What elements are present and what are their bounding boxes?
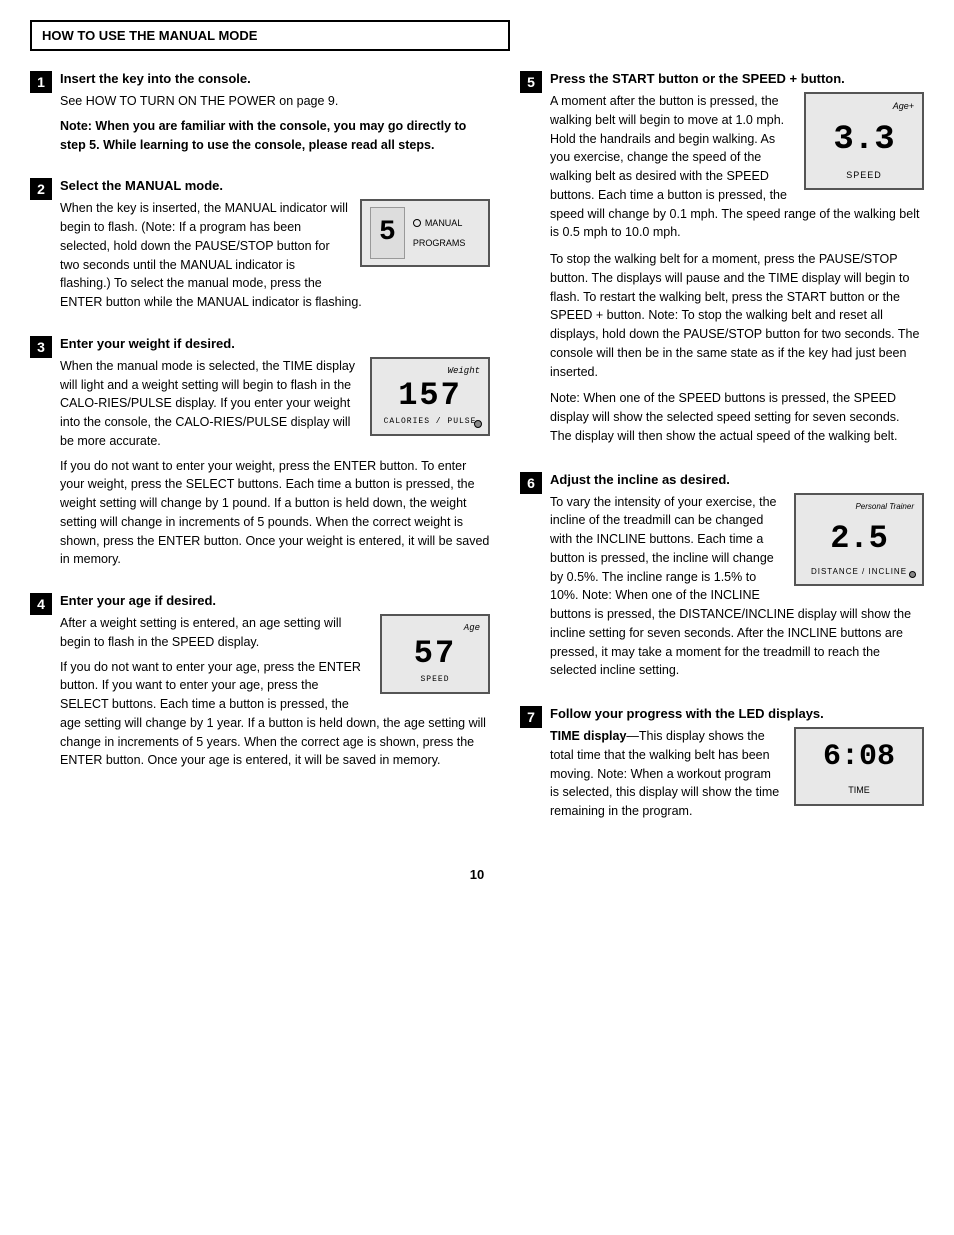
step-5-title: Press the START button or the SPEED + bu… xyxy=(550,71,924,86)
time-label-bottom: TIME xyxy=(804,784,914,798)
step-7-display: 6:08 TIME xyxy=(794,727,924,806)
weight-dot-icon xyxy=(474,420,482,428)
age-label-bottom: SPEED xyxy=(390,674,480,686)
manual-mode-display: 5 MANUAL PROGRAMS xyxy=(360,199,490,267)
step-1-number: 1 xyxy=(30,71,52,93)
step-2-title: Select the MANUAL mode. xyxy=(60,178,490,193)
step-2-content: Select the MANUAL mode. 5 MANUAL PROGRAM xyxy=(60,178,490,318)
incline-display: Personal Trainer 2.5 DISTANCE / INCLINE xyxy=(794,493,924,586)
step-6-title: Adjust the incline as desired. xyxy=(550,472,924,487)
step-7-title: Follow your progress with the LED displa… xyxy=(550,706,924,721)
step-1-para-1: See HOW TO TURN ON THE POWER on page 9. xyxy=(60,92,490,111)
age-display: Age 57 SPEED xyxy=(380,614,490,694)
time-number: 6:08 xyxy=(804,735,914,780)
step-6-number: 6 xyxy=(520,472,542,494)
speed-display: Age+ 3.3 SPEED xyxy=(804,92,924,190)
age-number: 57 xyxy=(390,638,480,670)
right-column: 5 Press the START button or the SPEED + … xyxy=(520,71,924,847)
step-2-body: 5 MANUAL PROGRAMS When the key is insert… xyxy=(60,199,490,318)
age-label-top: Age xyxy=(390,622,480,636)
speed-label-top: Age+ xyxy=(814,100,914,114)
manual-display-number: 5 xyxy=(370,207,405,259)
step-7-number: 7 xyxy=(520,706,542,728)
weight-display: Weight 157 CALORIES / PULSE xyxy=(370,357,490,437)
manual-dot-icon xyxy=(413,219,421,227)
incline-label-bottom: DISTANCE / INCLINE xyxy=(804,566,914,578)
step-7: 7 Follow your progress with the LED disp… xyxy=(520,706,924,829)
step-4: 4 Enter your age if desired. Age 57 SPEE… xyxy=(30,593,490,776)
manual-text-label: MANUAL xyxy=(425,216,463,230)
step-3-body: Weight 157 CALORIES / PULSE When the man… xyxy=(60,357,490,575)
step-3-display: Weight 157 CALORIES / PULSE xyxy=(370,357,490,437)
step-4-content: Enter your age if desired. Age 57 SPEED … xyxy=(60,593,490,776)
step-5-para-3: Note: When one of the SPEED buttons is p… xyxy=(550,389,924,445)
step-5-body: Age+ 3.3 SPEED A moment after the button… xyxy=(550,92,924,454)
step-1-body: See HOW TO TURN ON THE POWER on page 9. … xyxy=(60,92,490,154)
step-4-display: Age 57 SPEED xyxy=(380,614,490,694)
page-number: 10 xyxy=(30,867,924,882)
step-5-number: 5 xyxy=(520,71,542,93)
left-column: 1 Insert the key into the console. See H… xyxy=(30,71,490,847)
step-1-para-2: Note: When you are familiar with the con… xyxy=(60,117,490,155)
manual-mode-header: HOW TO USE THE MANUAL MODE xyxy=(30,20,510,51)
step-4-title: Enter your age if desired. xyxy=(60,593,490,608)
time-display: 6:08 TIME xyxy=(794,727,924,806)
step-7-body: 6:08 TIME TIME display—This display show… xyxy=(550,727,924,829)
step-1-title: Insert the key into the console. xyxy=(60,71,490,86)
weight-number: 157 xyxy=(380,380,480,412)
step-2: 2 Select the MANUAL mode. 5 MANUAL xyxy=(30,178,490,318)
speed-label-bottom: SPEED xyxy=(814,169,914,183)
incline-dot-icon xyxy=(909,571,916,578)
step-1-content: Insert the key into the console. See HOW… xyxy=(60,71,490,160)
manual-label: MANUAL xyxy=(413,216,466,230)
programs-label: PROGRAMS xyxy=(413,236,466,250)
incline-number: 2.5 xyxy=(804,515,914,563)
step-6-display: Personal Trainer 2.5 DISTANCE / INCLINE xyxy=(794,493,924,586)
step-3-para-2: If you do not want to enter your weight,… xyxy=(60,457,490,570)
incline-label-top: Personal Trainer xyxy=(804,501,914,513)
weight-label-bottom: CALORIES / PULSE xyxy=(380,416,480,428)
step-7-content: Follow your progress with the LED displa… xyxy=(550,706,924,829)
manual-display-labels: MANUAL PROGRAMS xyxy=(413,216,466,251)
step-2-number: 2 xyxy=(30,178,52,200)
step-4-number: 4 xyxy=(30,593,52,615)
step-6: 6 Adjust the incline as desired. Persona… xyxy=(520,472,924,689)
step-2-display: 5 MANUAL PROGRAMS xyxy=(360,199,490,267)
step-3-number: 3 xyxy=(30,336,52,358)
speed-number: 3.3 xyxy=(814,115,914,166)
step-3: 3 Enter your weight if desired. Weight 1… xyxy=(30,336,490,575)
step-1: 1 Insert the key into the console. See H… xyxy=(30,71,490,160)
step-6-body: Personal Trainer 2.5 DISTANCE / INCLINE … xyxy=(550,493,924,689)
weight-label-top: Weight xyxy=(380,365,480,379)
header-title: HOW TO USE THE MANUAL MODE xyxy=(42,28,257,43)
step-5: 5 Press the START button or the SPEED + … xyxy=(520,71,924,454)
step-5-content: Press the START button or the SPEED + bu… xyxy=(550,71,924,454)
step-3-title: Enter your weight if desired. xyxy=(60,336,490,351)
step-5-para-2: To stop the walking belt for a moment, p… xyxy=(550,250,924,381)
step-5-display: Age+ 3.3 SPEED xyxy=(804,92,924,190)
step-4-body: Age 57 SPEED After a weight setting is e… xyxy=(60,614,490,776)
step-3-content: Enter your weight if desired. Weight 157… xyxy=(60,336,490,575)
step-6-content: Adjust the incline as desired. Personal … xyxy=(550,472,924,689)
